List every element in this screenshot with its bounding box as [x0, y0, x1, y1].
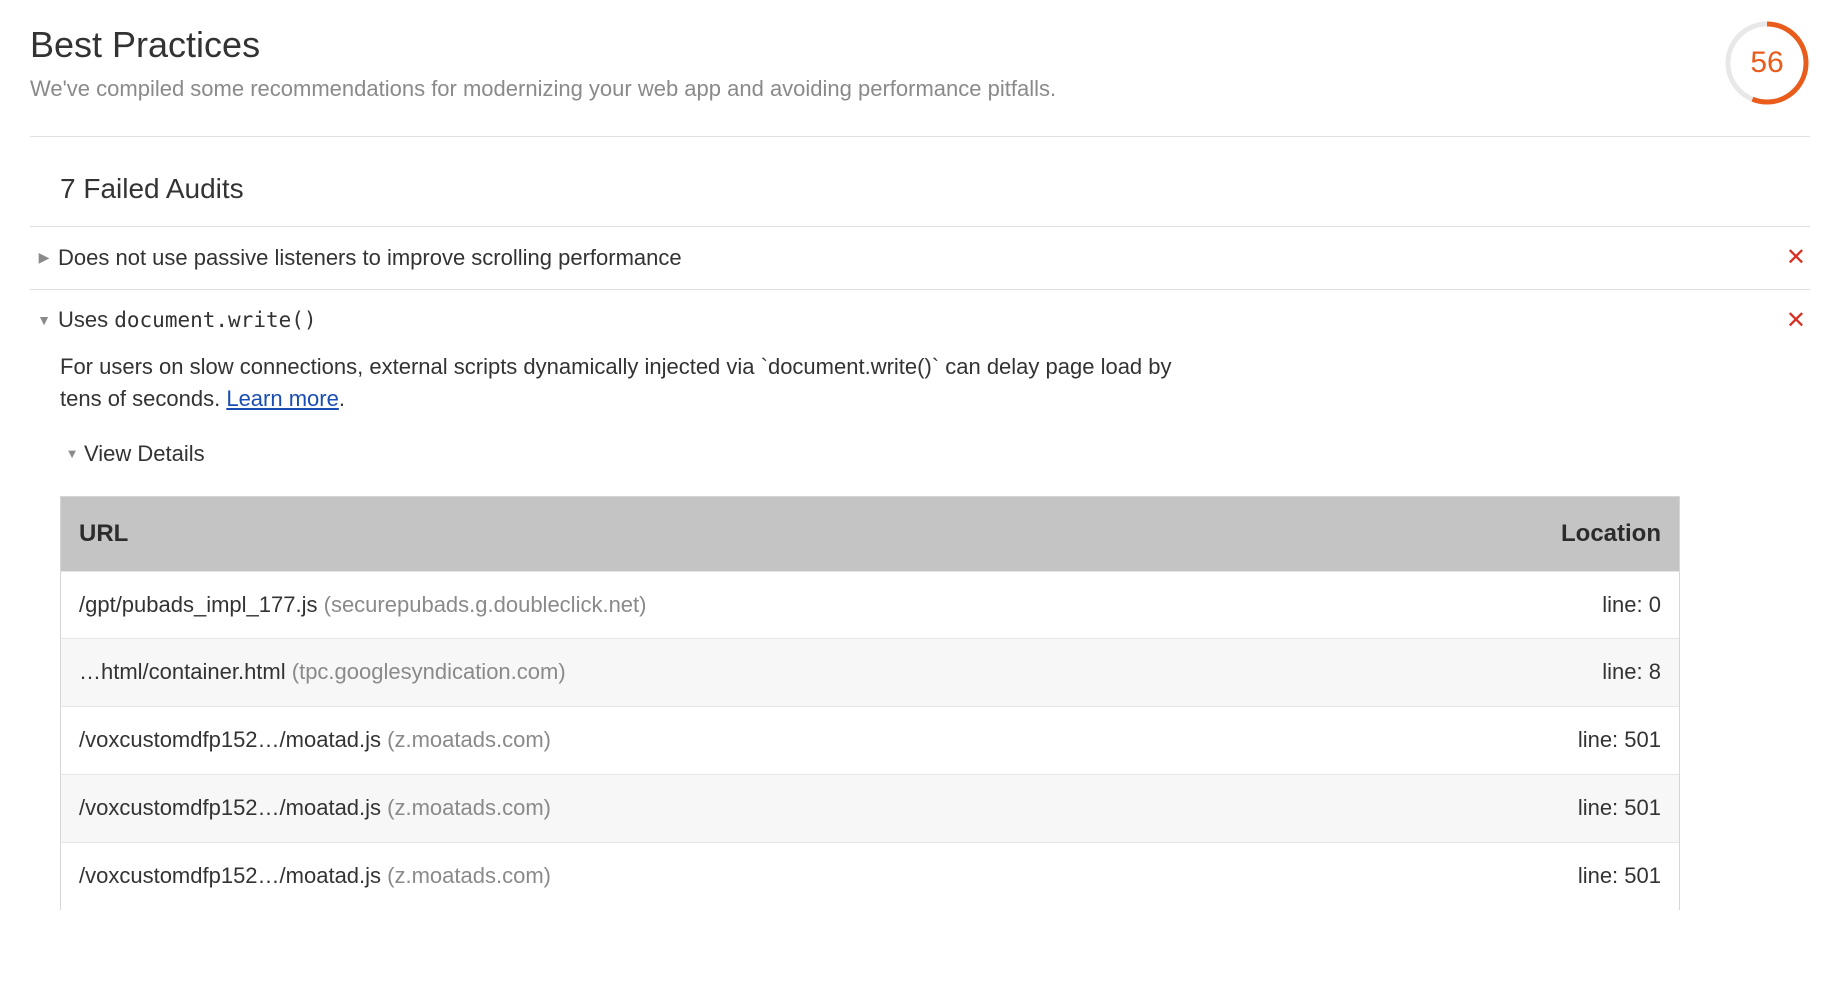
audit-title: Uses document.write() — [58, 305, 1782, 336]
chevron-right-icon: ▶ — [30, 248, 58, 268]
fail-icon: ✕ — [1782, 304, 1810, 338]
view-details-label: View Details — [84, 439, 205, 470]
audit-title-text: Uses — [58, 307, 114, 332]
chevron-down-icon: ▼ — [30, 311, 58, 331]
score-gauge: 56 — [1724, 20, 1810, 106]
table-row: /voxcustomdfp152…/moatad.js (z.moatads.c… — [61, 842, 1679, 910]
audit-title-code: document.write() — [114, 308, 316, 332]
table-row: /gpt/pubads_impl_177.js (securepubads.g.… — [61, 571, 1679, 639]
url-path: /voxcustomdfp152…/moatad.js — [79, 727, 387, 752]
url-path: /voxcustomdfp152…/moatad.js — [79, 795, 387, 820]
cell-url: /voxcustomdfp152…/moatad.js (z.moatads.c… — [79, 861, 1578, 892]
table-row: /voxcustomdfp152…/moatad.js (z.moatads.c… — [61, 774, 1679, 842]
url-path: /voxcustomdfp152…/moatad.js — [79, 863, 387, 888]
score-value: 56 — [1724, 20, 1810, 106]
url-path: /gpt/pubads_impl_177.js — [79, 592, 324, 617]
cell-url: /voxcustomdfp152…/moatad.js (z.moatads.c… — [79, 725, 1578, 756]
audit-title: Does not use passive listeners to improv… — [58, 243, 1782, 274]
period: . — [339, 386, 345, 411]
chevron-down-icon: ▼ — [60, 445, 84, 463]
cell-location: line: 501 — [1578, 861, 1661, 892]
cell-url: …html/container.html (tpc.googlesyndicat… — [79, 657, 1602, 688]
category-subtitle: We've compiled some recommendations for … — [30, 74, 1704, 105]
details-table: URL Location /gpt/pubads_impl_177.js (se… — [60, 496, 1680, 910]
column-header-url: URL — [79, 517, 1561, 551]
table-header-row: URL Location — [61, 497, 1679, 571]
audit-item: ▼ Uses document.write() ✕ For users on s… — [30, 290, 1810, 928]
cell-location: line: 501 — [1578, 725, 1661, 756]
cell-url: /gpt/pubads_impl_177.js (securepubads.g.… — [79, 590, 1602, 621]
url-domain: (z.moatads.com) — [387, 863, 551, 888]
cell-location: line: 8 — [1602, 657, 1661, 688]
category-header: Best Practices We've compiled some recom… — [30, 20, 1810, 137]
fail-icon: ✕ — [1782, 241, 1810, 275]
cell-location: line: 0 — [1602, 590, 1661, 621]
url-path: …html/container.html — [79, 659, 292, 684]
audit-item: ▶ Does not use passive listeners to impr… — [30, 227, 1810, 290]
column-header-location: Location — [1561, 517, 1661, 551]
view-details-toggle[interactable]: ▼ View Details — [60, 415, 1810, 488]
url-domain: (securepubads.g.doubleclick.net) — [324, 592, 647, 617]
failed-audits-heading: 7 Failed Audits — [30, 157, 1810, 227]
cell-url: /voxcustomdfp152…/moatad.js (z.moatads.c… — [79, 793, 1578, 824]
category-title: Best Practices — [30, 20, 1704, 70]
url-domain: (z.moatads.com) — [387, 727, 551, 752]
audit-toggle[interactable]: ▼ Uses document.write() ✕ — [30, 290, 1810, 352]
table-row: /voxcustomdfp152…/moatad.js (z.moatads.c… — [61, 706, 1679, 774]
cell-location: line: 501 — [1578, 793, 1661, 824]
learn-more-link[interactable]: Learn more — [226, 386, 339, 411]
url-domain: (z.moatads.com) — [387, 795, 551, 820]
audit-description: For users on slow connections, external … — [60, 351, 1180, 415]
audit-toggle[interactable]: ▶ Does not use passive listeners to impr… — [30, 227, 1810, 289]
url-domain: (tpc.googlesyndication.com) — [292, 659, 566, 684]
table-row: …html/container.html (tpc.googlesyndicat… — [61, 638, 1679, 706]
